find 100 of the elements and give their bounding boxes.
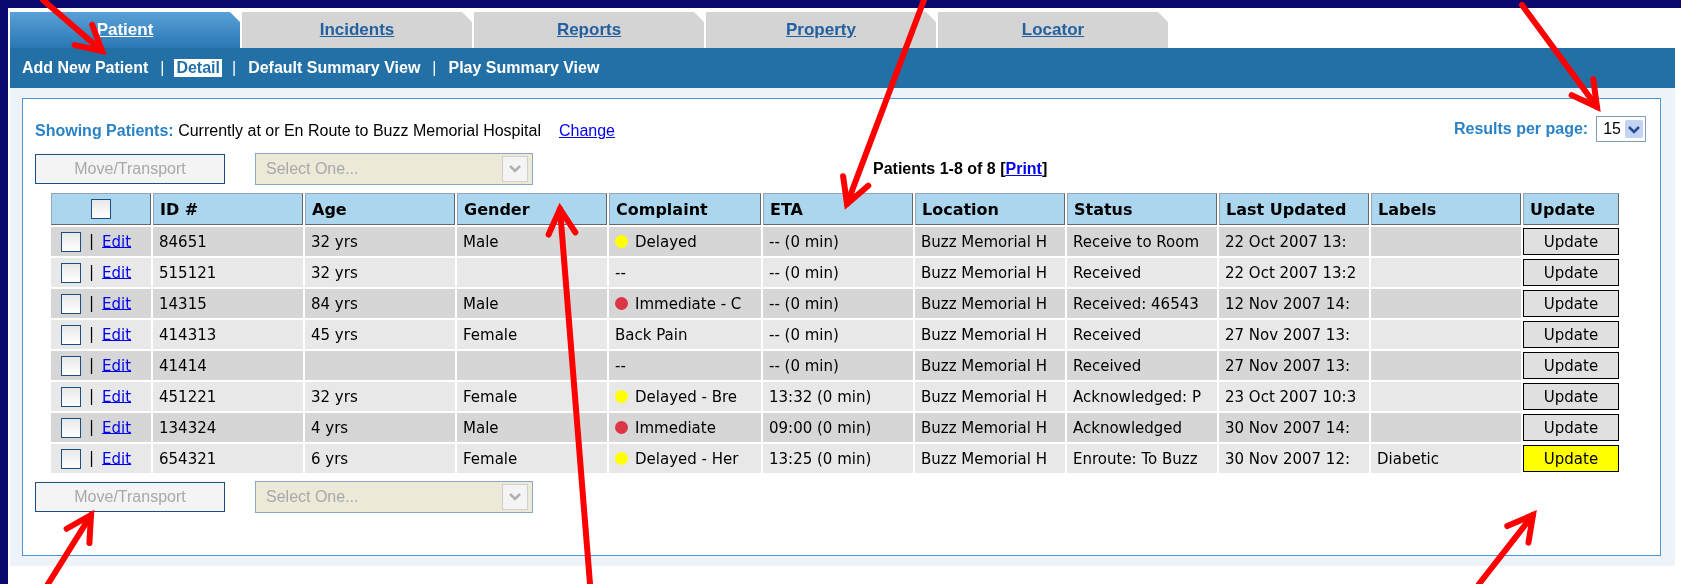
update-button[interactable]: Update — [1523, 228, 1619, 255]
update-button[interactable]: Update — [1523, 259, 1619, 286]
table-cell: Received: 46543 — [1073, 294, 1199, 313]
table-cell: Delayed — [635, 232, 697, 251]
table-cell: Female — [463, 387, 518, 406]
table-cell: 22 Oct 2007 13:2 — [1225, 263, 1357, 282]
table-cell: Buzz Memorial H — [921, 325, 1047, 344]
table-cell: Delayed - Bre — [635, 387, 738, 406]
table-cell: 12 Nov 2007 14: — [1225, 294, 1350, 313]
table-cell: 134324 — [159, 418, 217, 437]
column-header: Age — [305, 193, 455, 225]
table-cell: 451221 — [159, 387, 217, 406]
subnav-link[interactable]: Default Summary View — [246, 59, 423, 77]
row-checkbox[interactable] — [61, 324, 81, 345]
row-checkbox[interactable] — [61, 231, 81, 252]
table-cell: 14315 — [159, 294, 207, 313]
table-cell: 4 yrs — [311, 418, 349, 437]
table-cell: 27 Nov 2007 13: — [1225, 325, 1350, 344]
update-button[interactable]: Update — [1523, 290, 1619, 317]
row-checkbox[interactable] — [61, 448, 81, 469]
table-cell: Immediate - C — [635, 294, 742, 313]
column-header: Last Updated — [1219, 193, 1369, 225]
table-cell: -- (0 min) — [769, 232, 839, 251]
edit-link[interactable]: Edit — [102, 449, 132, 467]
update-button[interactable]: Update — [1523, 383, 1619, 410]
tab[interactable]: Incidents — [242, 12, 472, 48]
results-per-page-label: Results per page: — [1453, 120, 1589, 138]
select-all-checkbox[interactable] — [91, 199, 111, 220]
separator: | — [160, 59, 165, 77]
table-cell: 27 Nov 2007 13: — [1225, 356, 1350, 375]
edit-link[interactable]: Edit — [102, 325, 132, 343]
filter-text: Showing Patients: Currently at or En Route to Buzz Memorial Hospital — [35, 122, 541, 140]
caret-icon — [1625, 120, 1643, 138]
update-button[interactable]: Update — [1523, 445, 1619, 472]
table-cell: Buzz Memorial H — [921, 232, 1047, 251]
table-cell: Diabetic — [1377, 449, 1439, 468]
caret-icon — [502, 484, 528, 510]
table-cell: Buzz Memorial H — [921, 387, 1047, 406]
table-cell: 09:00 (0 min) — [769, 418, 872, 437]
tab[interactable]: Reports — [474, 12, 704, 48]
update-button[interactable]: Update — [1523, 352, 1619, 379]
table-cell: -- (0 min) — [769, 263, 839, 282]
separator: | — [89, 449, 95, 467]
column-header: Update — [1523, 193, 1619, 225]
table-cell: -- (0 min) — [769, 325, 839, 344]
results-per-page-select[interactable]: 15 — [1596, 116, 1646, 142]
column-header: Status — [1067, 193, 1217, 225]
table-cell: Buzz Memorial H — [921, 356, 1047, 375]
table-cell: 32 yrs — [311, 387, 358, 406]
table-cell: -- (0 min) — [769, 294, 839, 313]
row-checkbox[interactable] — [61, 386, 81, 407]
column-header: Labels — [1371, 193, 1521, 225]
row-checkbox[interactable] — [61, 417, 81, 438]
table-cell: Enroute: To Buzz — [1073, 449, 1198, 468]
edit-link[interactable]: Edit — [102, 232, 132, 250]
row-checkbox[interactable] — [61, 355, 81, 376]
update-button[interactable]: Update — [1523, 321, 1619, 348]
table-cell: Female — [463, 325, 518, 344]
edit-link[interactable]: Edit — [102, 418, 132, 436]
separator: | — [89, 294, 95, 312]
table-cell: 13:25 (0 min) — [769, 449, 872, 468]
print-link[interactable]: Print — [1005, 160, 1042, 177]
table-cell: Received — [1073, 356, 1142, 375]
change-link[interactable]: Change — [558, 122, 615, 140]
separator: | — [89, 263, 95, 281]
edit-link[interactable]: Edit — [102, 356, 132, 374]
table-cell: 84651 — [159, 232, 207, 251]
subnav-link[interactable]: Detail — [174, 59, 222, 77]
update-button[interactable]: Update — [1523, 414, 1619, 441]
subnav-link[interactable]: Add New Patient — [20, 59, 151, 77]
subnav-link[interactable]: Play Summary View — [446, 59, 602, 77]
table-cell: Received — [1073, 325, 1142, 344]
edit-link[interactable]: Edit — [102, 387, 132, 405]
table-cell: Acknowledged — [1073, 418, 1183, 437]
separator: | — [89, 356, 95, 374]
table-cell: 41414 — [159, 356, 207, 375]
table-cell: 23 Oct 2007 10:3 — [1225, 387, 1357, 406]
edit-link[interactable]: Edit — [102, 263, 132, 281]
table-cell: 22 Oct 2007 13: — [1225, 232, 1347, 251]
table-cell: 6 yrs — [311, 449, 349, 468]
table-cell: Buzz Memorial H — [921, 449, 1047, 468]
separator: | — [89, 418, 95, 436]
separator: | — [89, 232, 95, 250]
column-header: Location — [915, 193, 1065, 225]
table-cell: 32 yrs — [311, 263, 358, 282]
edit-link[interactable]: Edit — [102, 294, 132, 312]
table-cell: Male — [463, 418, 499, 437]
table-cell: Receive to Room — [1073, 232, 1200, 251]
separator: | — [89, 325, 95, 343]
row-checkbox[interactable] — [61, 262, 81, 283]
table-cell: Male — [463, 294, 499, 313]
table-cell: 32 yrs — [311, 232, 358, 251]
table-cell: Immediate — [635, 418, 716, 437]
row-checkbox[interactable] — [61, 293, 81, 314]
tab[interactable]: Locator — [938, 12, 1168, 48]
table-cell: 45 yrs — [311, 325, 358, 344]
table-cell: Buzz Memorial H — [921, 418, 1047, 437]
column-header: Gender — [457, 193, 607, 225]
tab[interactable]: Patient — [10, 12, 240, 48]
tab[interactable]: Property — [706, 12, 936, 48]
